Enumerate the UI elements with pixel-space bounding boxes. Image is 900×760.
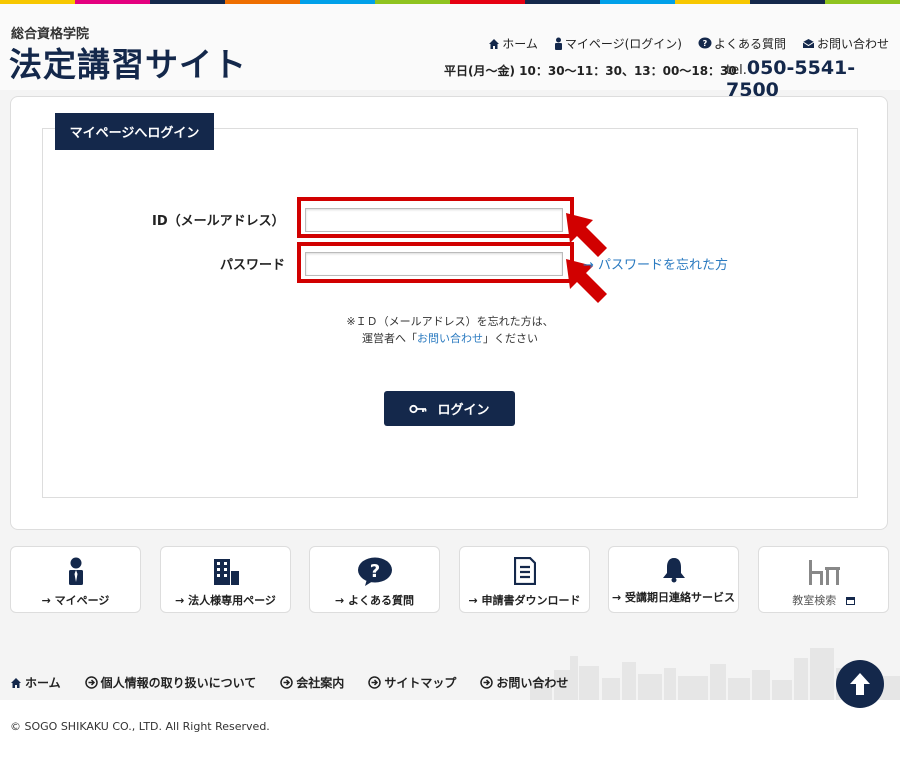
footer-company[interactable]: 会社案内 [280, 674, 344, 691]
card-corporate-label: → 法人様専用ページ [175, 594, 276, 607]
document-icon [513, 557, 536, 585]
back-to-top-button[interactable] [836, 660, 884, 708]
card-download[interactable]: → 申請書ダウンロード [459, 546, 590, 613]
home-icon [11, 677, 21, 688]
person-icon [554, 37, 562, 50]
site-logo[interactable]: 法定講習サイト [9, 38, 247, 86]
nav-contact-label: お問い合わせ [816, 37, 889, 51]
note-line-1: ※ＩＤ（メールアドレス）を忘れた方は、 [346, 315, 554, 328]
phone-number[interactable]: tel.050-5541-7500 [726, 57, 900, 101]
card-classroom-search[interactable]: 教室検索 [758, 546, 889, 613]
card-corporate[interactable]: → 法人様専用ページ [160, 546, 291, 613]
nav-faq-label: よくある質問 [713, 37, 786, 51]
card-classroom-search-label: 教室検索 [759, 592, 888, 608]
key-icon [409, 404, 427, 413]
arrow-circle-icon [368, 676, 382, 689]
card-download-label: → 申請書ダウンロード [468, 594, 581, 607]
arrow-circle-icon [480, 676, 494, 689]
nav-mypage-label: マイページ(ログイン) [564, 37, 682, 51]
header: 総合資格学院 法定講習サイト ホーム マイページ(ログイン) ? よくある質問 … [0, 4, 900, 101]
top-nav: ホーム マイページ(ログイン) ? よくある質問 お問い合わせ [488, 35, 889, 52]
arrow-circle-icon [84, 676, 98, 689]
quick-links: → マイページ → 法人様専用ページ ? → よくある質問 → 申請書ダウンロー… [10, 546, 890, 614]
arrow-circle-icon [280, 676, 294, 689]
red-arrow-icon [566, 213, 607, 257]
bell-icon [662, 558, 685, 583]
login-button[interactable]: ログイン [384, 391, 515, 426]
card-faq[interactable]: ? → よくある質問 [309, 546, 440, 613]
nav-faq[interactable]: ? よくある質問 [698, 35, 786, 52]
footer-contact[interactable]: お問い合わせ [480, 674, 568, 691]
desk-icon [808, 560, 840, 585]
card-mypage[interactable]: → マイページ [10, 546, 141, 613]
mail-icon [802, 39, 815, 48]
forgot-password-link[interactable]: → パスワードを忘れた方 [583, 254, 728, 273]
card-notification[interactable]: → 受講期日連絡サービス [608, 546, 739, 613]
forgot-id-note: ※ＩＤ（メールアドレス）を忘れた方は、 運営者へ「お問い合わせ」ください [300, 313, 600, 347]
card-notification-label: → 受講期日連絡サービス [611, 591, 736, 604]
question-icon: ? [357, 557, 392, 586]
note-line-2: 運営者へ「お問い合わせ」ください [362, 332, 538, 345]
copyright-text: © SOGO SHIKAKU CO., LTD. All Right Reser… [10, 720, 270, 733]
nav-home[interactable]: ホーム [488, 35, 538, 52]
svg-text:?: ? [703, 39, 708, 48]
password-field-label: パスワード [220, 258, 286, 273]
card-mypage-label: → マイページ [41, 594, 110, 607]
card-faq-label: → よくある質問 [334, 594, 415, 607]
question-icon: ? [698, 37, 712, 49]
id-field-label: ID（メールアドレス） [152, 214, 285, 229]
nav-mypage[interactable]: マイページ(ログイン) [554, 35, 682, 52]
building-icon [213, 559, 239, 585]
arrow-up-icon [850, 673, 870, 695]
window-icon [845, 597, 855, 605]
business-hours: 平日(月〜金) 10：30〜11：30、13：00〜18：30 [444, 64, 737, 78]
contact-link[interactable]: お問い合わせ [417, 332, 483, 345]
login-button-label: ログイン [437, 403, 490, 418]
footer-nav: ホーム 個人情報の取り扱いについて 会社案内 サイトマップ お問い合わせ [10, 674, 568, 691]
svg-text:?: ? [369, 561, 379, 582]
tel-prefix: tel. [726, 63, 747, 78]
id-field-highlight [297, 197, 574, 238]
person-icon [68, 557, 83, 585]
footer-privacy[interactable]: 個人情報の取り扱いについて [84, 674, 256, 691]
nav-home-label: ホーム [502, 37, 538, 51]
footer-home[interactable]: ホーム [10, 674, 61, 691]
nav-contact[interactable]: お問い合わせ [802, 35, 889, 52]
home-icon [489, 38, 500, 49]
footer-sitemap[interactable]: サイトマップ [368, 674, 456, 691]
login-section-title: マイページへログイン [55, 113, 214, 150]
password-field-highlight [297, 242, 574, 283]
